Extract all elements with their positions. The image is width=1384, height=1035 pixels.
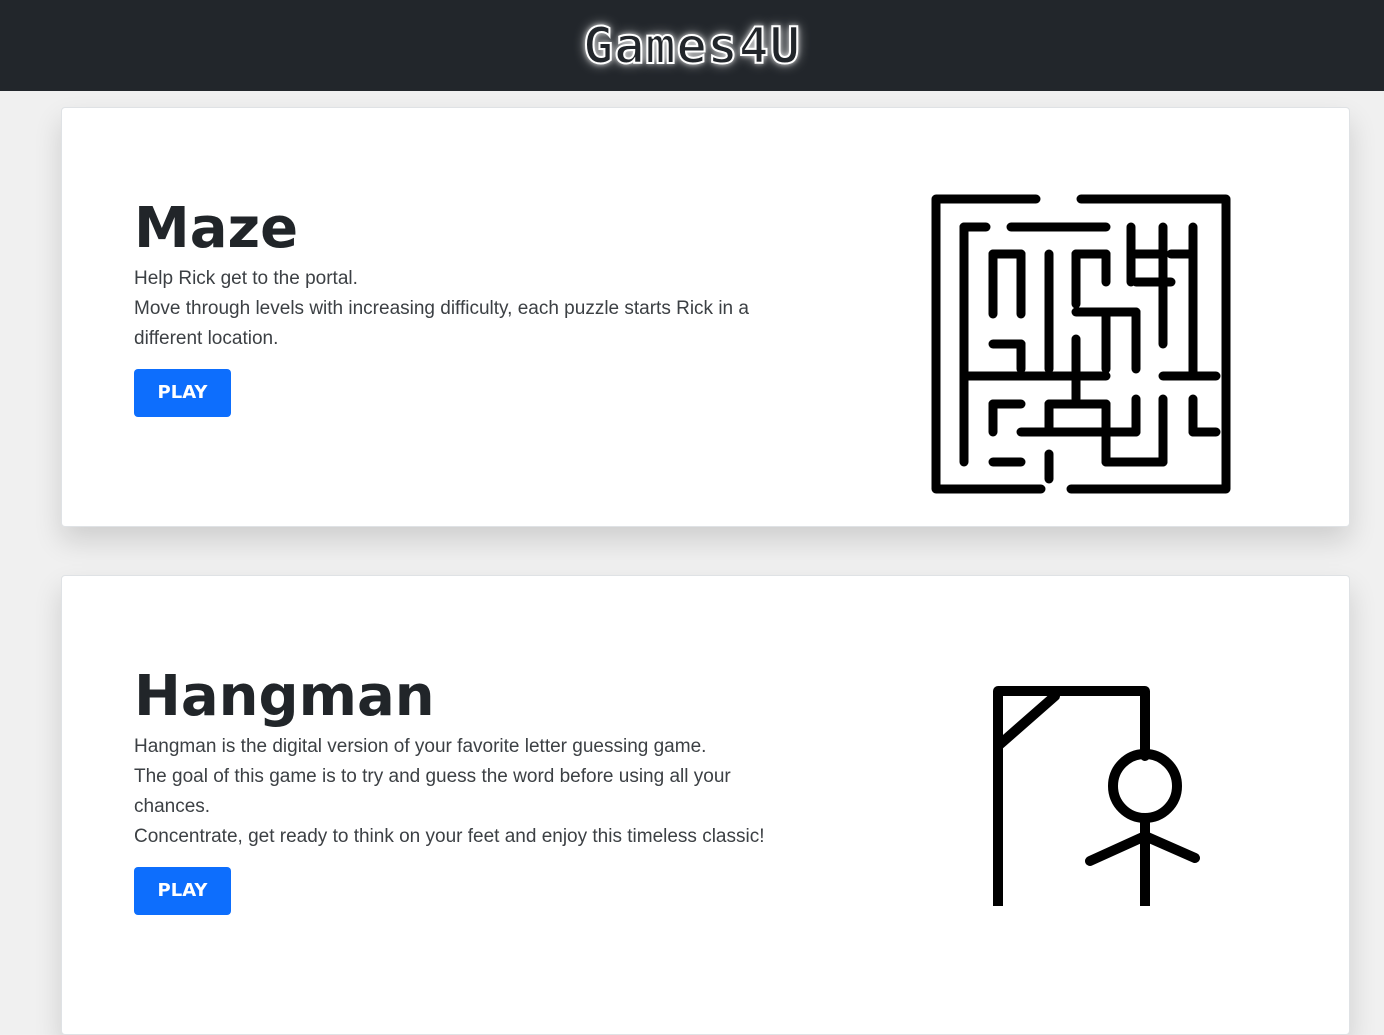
card-title: Hangman [134,664,435,729]
play-button-maze[interactable]: PLAY [134,369,231,417]
description-line: Concentrate, get ready to think on your … [134,826,765,847]
hangman-icon [993,686,1200,906]
navbar: Games4U [0,0,1384,91]
card-title: Maze [134,196,299,261]
brand-logo[interactable]: Games4U [582,20,801,72]
card-body: Maze Help Rick get to the portal. Move t… [134,198,774,417]
card-body: Hangman Hangman is the digital version o… [134,666,774,915]
game-card-maze: Maze Help Rick get to the portal. Move t… [61,107,1350,527]
game-card-hangman: Hangman Hangman is the digital version o… [61,575,1350,1035]
card-description: Help Rick get to the portal. Move throug… [134,264,774,354]
description-line: The goal of this game is to try and gues… [134,766,731,817]
play-button-hangman[interactable]: PLAY [134,867,231,915]
description-line: Help Rick get to the portal. [134,268,358,289]
card-description: Hangman is the digital version of your f… [134,732,774,852]
description-line: Hangman is the digital version of your f… [134,736,707,757]
maze-icon [931,194,1231,494]
description-line: Move through levels with increasing diff… [134,298,749,349]
